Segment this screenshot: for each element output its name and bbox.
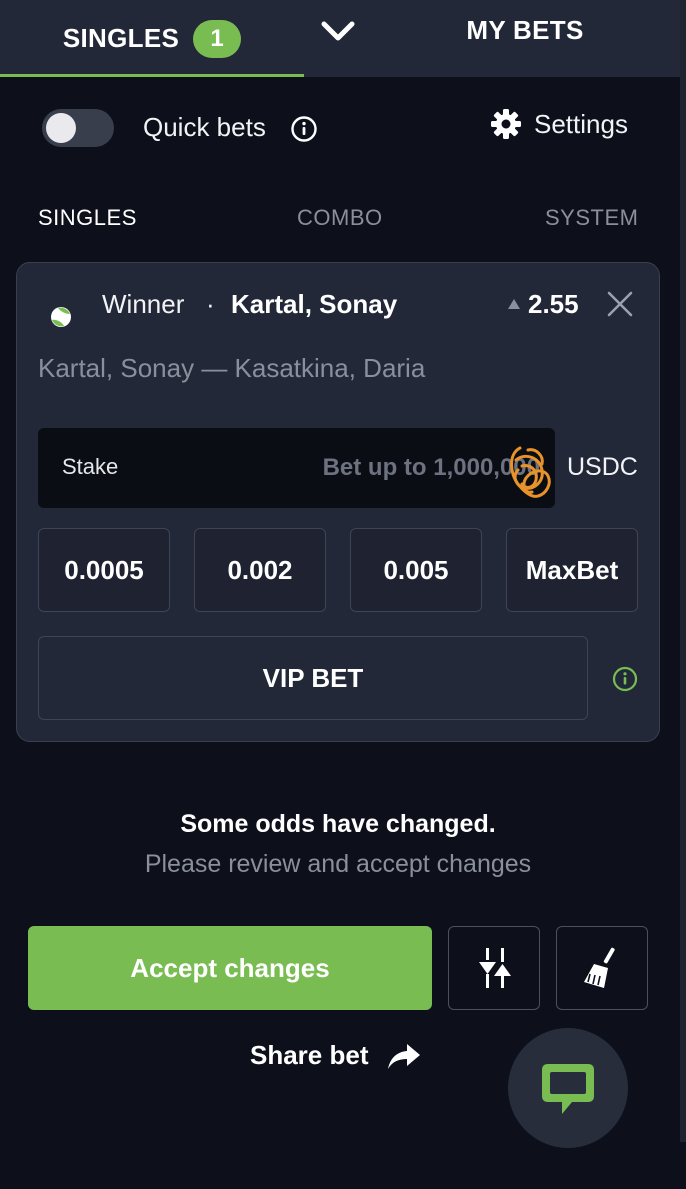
panel-edge	[680, 0, 686, 1142]
tab-my-bets[interactable]: MY BETS	[440, 0, 610, 60]
stake-label: Stake	[62, 454, 119, 479]
triangle-up-icon	[508, 299, 520, 309]
toggle-knob	[46, 113, 76, 143]
info-icon[interactable]	[611, 665, 639, 693]
info-icon[interactable]	[290, 115, 318, 143]
share-arrow-icon	[387, 1043, 420, 1069]
odds-changed-title: Some odds have changed.	[180, 810, 496, 838]
stake-input[interactable]	[160, 440, 540, 496]
quick-amount-button-2[interactable]: 0.002	[194, 528, 326, 612]
chevron-down-icon[interactable]	[318, 16, 358, 46]
chat-icon	[542, 1064, 594, 1114]
bet-type-tab-system[interactable]: SYSTEM	[545, 205, 638, 231]
share-bet-button[interactable]: Share bet	[250, 1040, 421, 1071]
market-name: Winner	[102, 289, 185, 319]
quick-amount-button-3[interactable]: 0.005	[350, 528, 482, 612]
odds-value: 2.55	[528, 289, 579, 319]
gear-icon	[491, 109, 521, 139]
market-separator: ·	[206, 289, 215, 319]
bet-type-tab-combo[interactable]: COMBO	[297, 205, 383, 231]
active-tab-indicator	[0, 74, 304, 77]
selection-name: Kartal, Sonay	[231, 289, 398, 319]
quick-bets-label: Quick bets	[143, 112, 266, 142]
settings-label: Settings	[534, 108, 628, 139]
filter-button[interactable]	[448, 926, 540, 1010]
max-bet-button[interactable]: MaxBet	[506, 528, 638, 612]
settings-button[interactable]: Settings	[490, 108, 628, 140]
tennis-ball-icon	[51, 307, 71, 327]
quick-bets-toggle[interactable]	[42, 109, 114, 147]
live-chat-button[interactable]	[508, 1028, 628, 1148]
selection-count-badge: 1	[193, 19, 242, 58]
sliders-icon	[479, 948, 511, 988]
tab-singles-label: SINGLES	[62, 23, 180, 53]
share-bet-label: Share bet	[250, 1040, 369, 1070]
clear-betslip-button[interactable]	[556, 926, 648, 1010]
tab-my-bets-label: MY BETS	[466, 14, 584, 45]
quick-amount-button-1[interactable]: 0.0005	[38, 528, 170, 612]
close-icon[interactable]	[605, 289, 635, 319]
vip-bet-button[interactable]: VIP BET	[38, 636, 588, 720]
bet-type-tab-singles[interactable]: SINGLES	[38, 205, 137, 231]
accept-changes-button[interactable]: Accept changes	[28, 926, 432, 1010]
betslip-header: SINGLES 1 MY BETS	[0, 0, 680, 77]
currency-label: USDC	[567, 453, 638, 481]
tab-singles[interactable]: SINGLES 1	[0, 0, 304, 77]
odds-changed-subtitle: Please review and accept changes	[144, 850, 532, 878]
event-name: Kartal, Sonay — Kasatkina, Daria	[38, 353, 426, 383]
broom-icon	[584, 947, 615, 988]
